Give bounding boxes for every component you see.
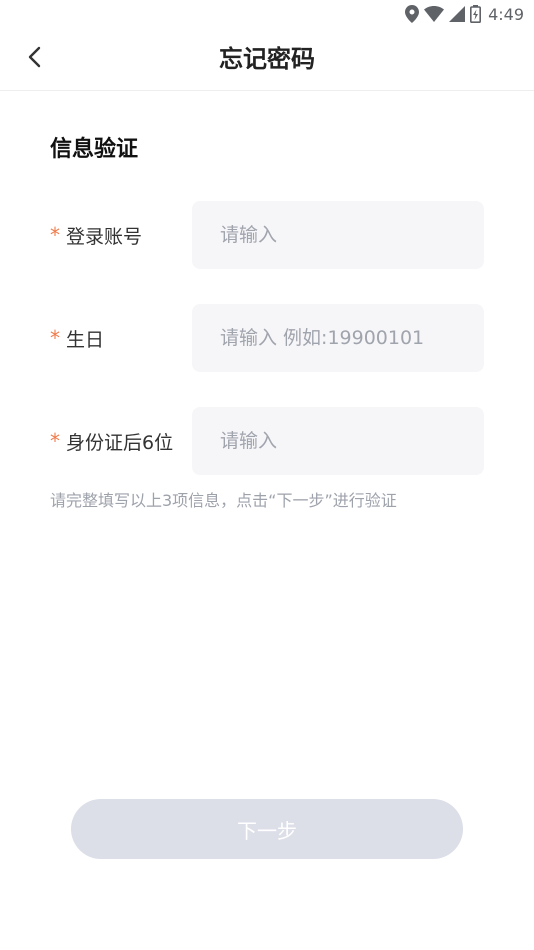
id-last6-input[interactable] (192, 407, 484, 475)
hint-text: 请完整填写以上3项信息，点击“下一步”进行验证 (50, 491, 397, 510)
page-title: 忘记密码 (219, 45, 315, 73)
required-mark: * (50, 326, 60, 350)
battery-icon (470, 5, 482, 23)
account-row: * 登录账号 (50, 201, 484, 269)
next-step-button[interactable]: 下一步 (71, 799, 463, 859)
required-mark: * (50, 223, 60, 247)
account-label-group: * 登录账号 (50, 201, 142, 269)
signal-icon (449, 6, 466, 22)
id-last6-label: 身份证后6位 (66, 431, 174, 454)
section-title: 信息验证 (50, 137, 139, 162)
birthday-label-group: * 生日 (50, 304, 104, 372)
status-time: 4:49 (488, 4, 524, 24)
forgot-password-screen: 4:49 忘记密码 信息验证 * 登录账号 * 生日 * 身份证后6位 (0, 0, 534, 950)
birthday-label: 生日 (66, 328, 105, 351)
header: 忘记密码 (0, 28, 534, 91)
account-label: 登录账号 (66, 225, 143, 248)
birthday-row: * 生日 (50, 304, 484, 372)
id-label-group: * 身份证后6位 (50, 407, 173, 475)
account-input[interactable] (192, 201, 484, 269)
location-icon (405, 5, 420, 23)
status-bar: 4:49 (0, 0, 534, 28)
required-mark: * (50, 429, 60, 453)
birthday-input[interactable] (192, 304, 484, 372)
wifi-icon (424, 6, 445, 22)
id-last6-row: * 身份证后6位 (50, 407, 484, 475)
